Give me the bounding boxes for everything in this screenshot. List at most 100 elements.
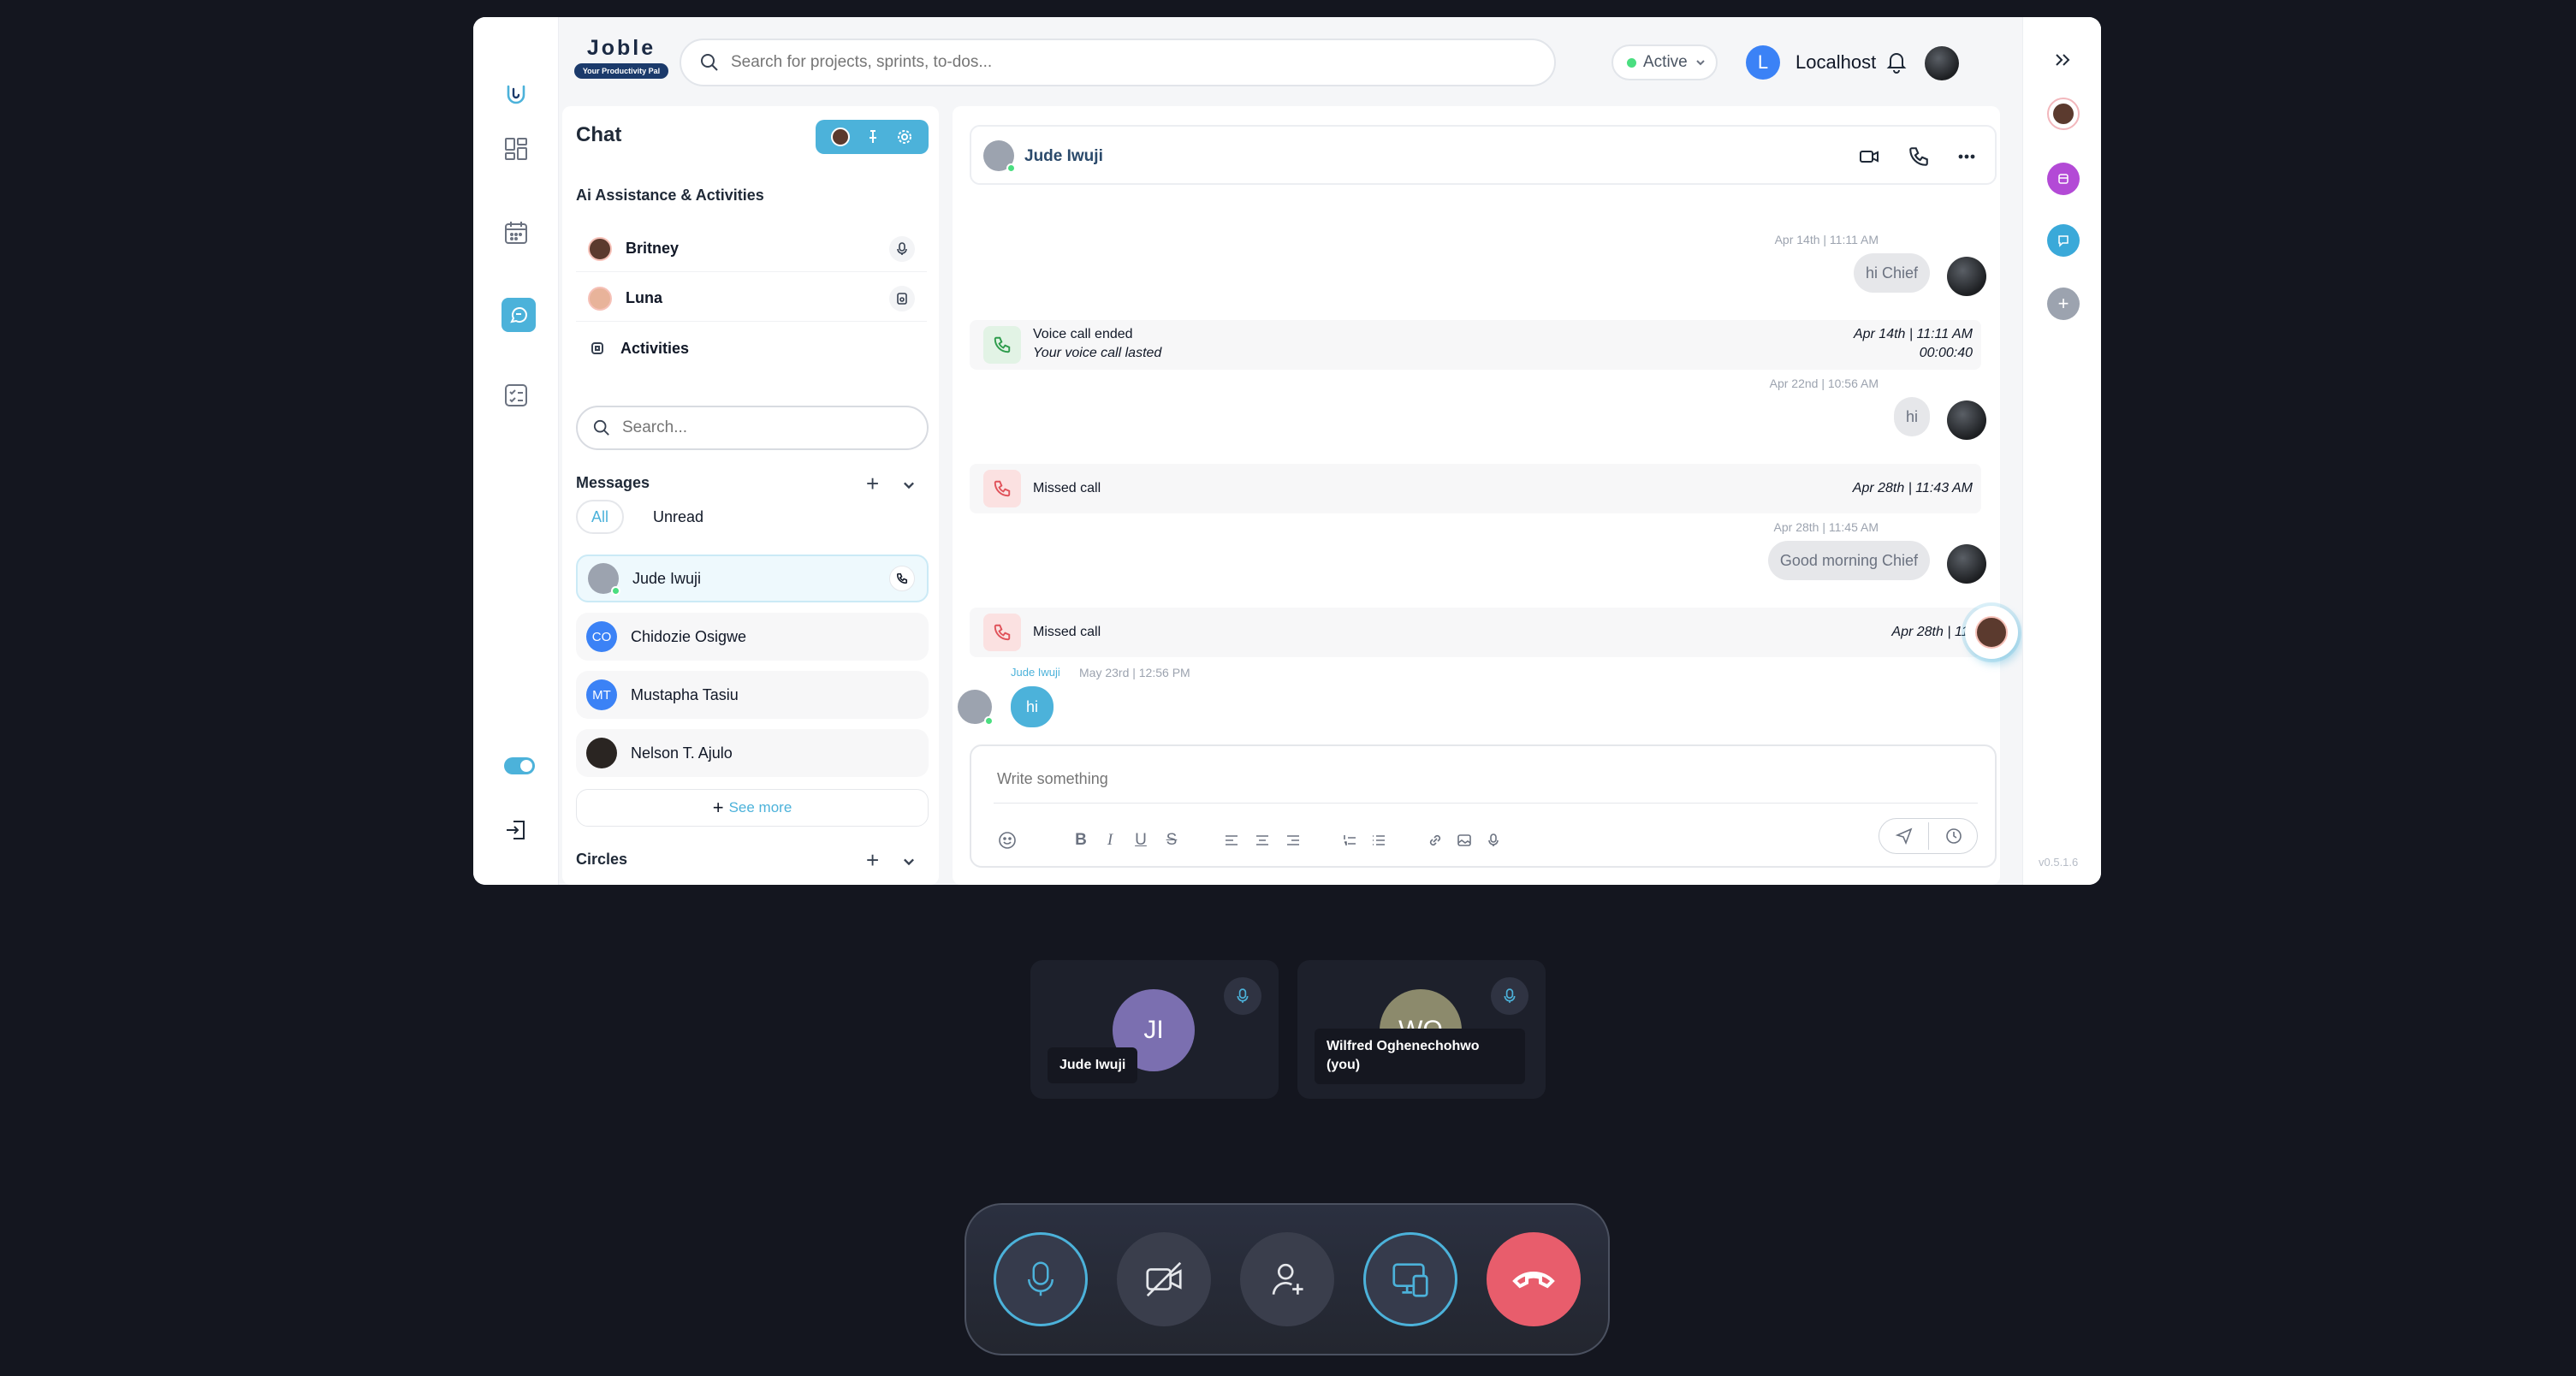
- screen-share-button[interactable]: [1363, 1232, 1457, 1326]
- avatar: [586, 738, 617, 768]
- phone-icon[interactable]: [1908, 145, 1930, 168]
- expand-icon[interactable]: [2052, 50, 2073, 70]
- ai-item-britney[interactable]: Britney: [576, 226, 927, 272]
- chat-icon[interactable]: [502, 298, 536, 332]
- user-avatar[interactable]: L: [1746, 45, 1780, 80]
- microphone-button[interactable]: [994, 1232, 1088, 1326]
- strikethrough-icon[interactable]: S: [1160, 828, 1184, 852]
- image-icon[interactable]: [1452, 828, 1476, 852]
- logout-icon[interactable]: [496, 810, 537, 851]
- ordered-list-icon[interactable]: [1338, 828, 1362, 852]
- contact-nelson[interactable]: Nelson T. Ajulo: [576, 729, 929, 777]
- bold-icon[interactable]: B: [1069, 828, 1093, 852]
- status-label: Active: [1643, 53, 1688, 71]
- chat-search-input[interactable]: [622, 418, 913, 437]
- microphone-icon: [1028, 1261, 1054, 1296]
- message-bubble[interactable]: Good morning Chief: [1767, 541, 1930, 580]
- right-rail: + v0.5.1.6: [2022, 17, 2101, 885]
- message-bubble[interactable]: hi: [1893, 397, 1930, 436]
- add-person-button[interactable]: [1240, 1232, 1334, 1326]
- theme-toggle[interactable]: [504, 757, 535, 774]
- underline-icon[interactable]: U: [1129, 828, 1153, 852]
- see-more-button[interactable]: + See more: [576, 789, 929, 827]
- ai-item-luna[interactable]: Luna: [576, 276, 927, 322]
- video-call-icon[interactable]: [1858, 145, 1880, 168]
- contact-jude[interactable]: Jude Iwuji: [576, 555, 929, 602]
- align-center-icon[interactable]: [1250, 828, 1274, 852]
- assistant-avatar[interactable]: [831, 128, 851, 146]
- floating-assistant-button[interactable]: [1965, 606, 2018, 659]
- emoji-icon[interactable]: [995, 828, 1019, 852]
- add-person-icon: [1272, 1263, 1303, 1295]
- avatar: CO: [586, 621, 617, 652]
- message-time: May 23rd | 12:56 PM: [1079, 666, 1190, 679]
- add-shortcut-button[interactable]: +: [2047, 288, 2080, 320]
- tab-all[interactable]: All: [576, 500, 625, 534]
- calendar-shortcut-icon[interactable]: [2047, 163, 2080, 195]
- message-time: Apr 14th | 11:11 AM: [1774, 233, 1879, 246]
- add-message-button[interactable]: +: [866, 471, 879, 497]
- bell-icon[interactable]: [1884, 49, 1909, 74]
- global-search[interactable]: [680, 39, 1556, 86]
- gear-icon[interactable]: [896, 128, 913, 145]
- calendar-icon[interactable]: [496, 212, 537, 253]
- call-log-row: Missed call Apr 28th | 11:43 AM: [970, 464, 1981, 513]
- assistant-avatar[interactable]: [2047, 98, 2080, 130]
- camera-button[interactable]: [1117, 1232, 1211, 1326]
- message-bubble[interactable]: hi: [1011, 686, 1054, 727]
- call-title: Voice call ended: [1033, 327, 1133, 341]
- tab-unread[interactable]: Unread: [639, 500, 717, 534]
- composer-input[interactable]: [997, 770, 1938, 788]
- app-version: v0.5.1.6: [2039, 856, 2079, 869]
- phone-icon[interactable]: [889, 566, 915, 591]
- ai-heading: Ai Assistance & Activities: [576, 187, 764, 204]
- microphone-icon[interactable]: [1481, 828, 1505, 852]
- contact-mustapha[interactable]: MT Mustapha Tasiu: [576, 671, 929, 719]
- activities-icon: [591, 342, 603, 354]
- clock-icon[interactable]: [1944, 827, 1963, 845]
- message-bubble[interactable]: hi Chief: [1853, 253, 1930, 293]
- contact-avatar[interactable]: [983, 140, 1016, 173]
- link-icon[interactable]: [1423, 828, 1447, 852]
- bullet-list-icon[interactable]: [1367, 828, 1391, 852]
- profile-avatar[interactable]: [1925, 46, 1959, 80]
- status-dot: [1627, 57, 1636, 68]
- more-options-icon[interactable]: [1956, 145, 1978, 168]
- logo-icon[interactable]: [496, 74, 537, 115]
- missed-call-icon: [983, 614, 1021, 651]
- chevron-down-icon[interactable]: [901, 477, 917, 493]
- hang-up-button[interactable]: [1487, 1232, 1581, 1326]
- ai-item-label: Britney: [626, 240, 680, 257]
- sender-name: Jude Iwuji: [1011, 666, 1060, 679]
- chevron-down-icon[interactable]: [901, 854, 917, 869]
- pin-icon[interactable]: [864, 128, 881, 145]
- brand-name: Joble: [586, 36, 656, 60]
- panel-actions: [816, 120, 929, 154]
- align-right-icon[interactable]: [1281, 828, 1305, 852]
- user-name[interactable]: Localhost: [1795, 51, 1876, 74]
- chat-shortcut-icon[interactable]: [2047, 224, 2080, 257]
- status-dropdown[interactable]: Active: [1611, 44, 1718, 80]
- circles-heading: Circles: [576, 851, 628, 868]
- chat-search[interactable]: [576, 406, 929, 450]
- document-icon[interactable]: [889, 285, 915, 311]
- tasks-icon[interactable]: [496, 375, 537, 416]
- search-icon: [593, 419, 609, 436]
- participant-tile[interactable]: JI Jude Iwuji: [1030, 960, 1279, 1099]
- brand-logo[interactable]: Joble Your Productivity Pal: [574, 36, 668, 84]
- align-left-icon[interactable]: [1220, 828, 1243, 852]
- camera-off-icon: [1146, 1261, 1182, 1297]
- send-icon[interactable]: [1895, 827, 1914, 845]
- microphone-icon[interactable]: [889, 235, 915, 262]
- contact-chidozie[interactable]: CO Chidozie Osigwe: [576, 613, 929, 661]
- ai-item-label: Activities: [620, 339, 690, 357]
- avatar: [588, 563, 620, 596]
- dashboard-icon[interactable]: [496, 128, 537, 169]
- ai-item-activities[interactable]: Activities: [576, 325, 927, 371]
- italic-icon[interactable]: I: [1098, 828, 1122, 852]
- participant-tile[interactable]: WO Wilfred Oghenechohwo (you): [1297, 960, 1546, 1099]
- global-search-input[interactable]: [731, 53, 1501, 72]
- add-circle-button[interactable]: +: [866, 847, 879, 874]
- ai-item-label: Luna: [626, 289, 662, 306]
- contact-name[interactable]: Jude Iwuji: [1024, 147, 1103, 166]
